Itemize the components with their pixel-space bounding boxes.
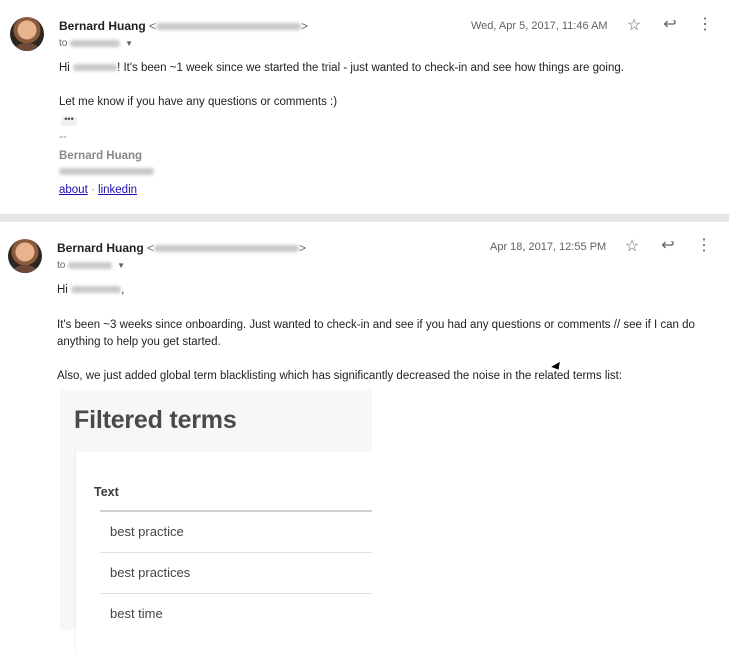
recipient-line[interactable]: to ▼ xyxy=(57,260,125,271)
message-divider xyxy=(0,214,729,222)
email-body-line: Hi ! It's been ~1 week since we started … xyxy=(59,62,624,74)
term-text: best practices xyxy=(110,565,191,580)
signature-email xyxy=(59,166,154,178)
email-body-line: anything to help you get started. xyxy=(57,336,221,348)
sender-email: < > xyxy=(149,19,309,33)
star-icon[interactable]: ☆ xyxy=(622,237,642,257)
recipient-line[interactable]: to ▼ xyxy=(59,38,133,49)
sender-avatar[interactable] xyxy=(10,17,44,51)
sender-email: < > xyxy=(147,241,307,255)
table-row: best time xyxy=(100,593,372,631)
term-text: best practice xyxy=(110,524,184,539)
column-header-text: Text xyxy=(94,485,119,499)
sender-name: Bernard Huang < > xyxy=(57,241,307,255)
email-body-line: Let me know if you have any questions or… xyxy=(59,96,338,108)
table-row: best practice xyxy=(100,510,372,553)
email-body-line: It's been ~3 weeks since onboarding. Jus… xyxy=(57,319,695,331)
star-icon[interactable]: ☆ xyxy=(624,16,644,36)
email-date: Wed, Apr 5, 2017, 11:46 AM xyxy=(471,20,608,32)
reply-icon[interactable]: ↩ xyxy=(658,236,678,256)
chevron-down-icon[interactable]: ▼ xyxy=(117,261,125,270)
image-title: Filtered terms xyxy=(74,406,237,434)
sender-avatar[interactable] xyxy=(8,239,42,273)
table-row: best practices xyxy=(100,552,372,594)
reply-icon[interactable]: ↩ xyxy=(660,15,680,35)
email-body-line: Also, we just added global term blacklis… xyxy=(57,370,623,382)
email-date: Apr 18, 2017, 12:55 PM xyxy=(490,241,607,253)
sender-name: Bernard Huang < > xyxy=(59,19,309,33)
more-vertical-icon[interactable]: ⋮ xyxy=(694,236,714,256)
more-vertical-icon[interactable]: ⋮ xyxy=(695,15,715,35)
show-trimmed-content-button[interactable]: ••• xyxy=(61,115,77,126)
signature-separator: -- xyxy=(59,131,67,143)
signature-name: Bernard Huang xyxy=(59,150,143,162)
term-text: best time xyxy=(110,606,163,621)
chevron-down-icon[interactable]: ▼ xyxy=(125,39,133,48)
linkedin-link[interactable]: linkedin xyxy=(98,184,137,196)
email-message-1: Bernard Huang < > to ▼ Wed, Apr 5, 2017, … xyxy=(0,0,729,214)
embedded-filtered-terms-image: Filtered terms Text best practice best p… xyxy=(60,390,372,652)
about-link[interactable]: about xyxy=(59,184,88,196)
signature-links: about · linkedin xyxy=(59,184,138,196)
email-body-line: Hi , xyxy=(57,284,125,296)
